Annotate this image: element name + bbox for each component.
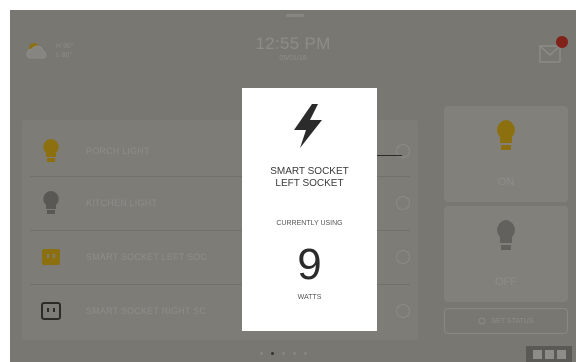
lightning-bolt-icon — [294, 104, 322, 148]
watts-unit: WATTS — [297, 294, 322, 301]
currently-using-label: CURRENTLY USING — [276, 220, 343, 227]
home-screen: H 90° L 80° 12:55 PM 09/01/16 PORCH LIGH… — [10, 10, 576, 362]
power-usage-dialog: SMART SOCKET LEFT SOCKET CURRENTLY USING… — [242, 88, 377, 331]
dialog-device-line1: SMART SOCKET — [270, 166, 349, 177]
watts-value: 9 — [297, 240, 322, 289]
dialog-device-line2: LEFT SOCKET — [275, 178, 344, 189]
